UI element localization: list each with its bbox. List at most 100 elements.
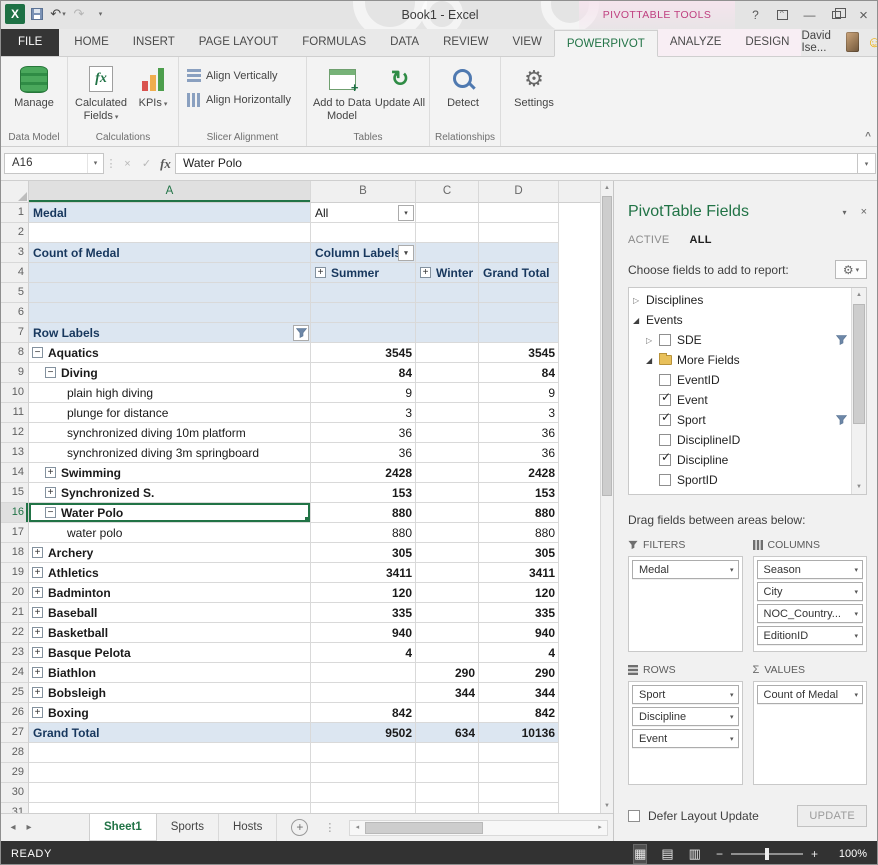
ribbon-tab-file[interactable]: FILE bbox=[1, 28, 59, 56]
zoom-out-button[interactable]: − bbox=[716, 847, 723, 861]
undo-button[interactable]: ↶▾ bbox=[49, 4, 67, 24]
cell-C3[interactable] bbox=[416, 243, 479, 263]
chevron-down-icon[interactable]: ▾ bbox=[854, 691, 858, 699]
cell-B6[interactable] bbox=[311, 303, 416, 323]
cell-D15[interactable]: 153 bbox=[479, 483, 559, 503]
cell-E14[interactable] bbox=[559, 463, 600, 483]
filters-area[interactable]: Medal▾ bbox=[628, 556, 743, 652]
cell-D22[interactable]: 940 bbox=[479, 623, 559, 643]
name-box[interactable]: A16 ▾ bbox=[4, 153, 104, 174]
cell-A31[interactable] bbox=[29, 803, 311, 813]
pivot-expand-toggle[interactable]: + bbox=[32, 687, 43, 698]
field-list-scrollbar-thumb[interactable] bbox=[853, 304, 865, 424]
chevron-down-icon[interactable]: ▾ bbox=[854, 588, 858, 596]
column-header-a[interactable]: A bbox=[29, 181, 311, 203]
cell-E26[interactable] bbox=[559, 703, 600, 723]
cell-C11[interactable] bbox=[416, 403, 479, 423]
cell-E30[interactable] bbox=[559, 783, 600, 803]
zoom-level[interactable]: 100% bbox=[833, 848, 867, 860]
cell-B3[interactable]: Column Labels▾ bbox=[311, 243, 416, 263]
row-header-16[interactable]: 16 bbox=[1, 503, 29, 523]
pivot-expand-toggle[interactable]: + bbox=[32, 707, 43, 718]
area-field-editionid[interactable]: EditionID▾ bbox=[757, 626, 864, 645]
cell-C10[interactable] bbox=[416, 383, 479, 403]
area-field-noc-country[interactable]: NOC_Country...▾ bbox=[757, 604, 864, 623]
row-header-14[interactable]: 14 bbox=[1, 463, 29, 483]
tab-all[interactable]: ALL bbox=[690, 234, 712, 246]
chevron-down-icon[interactable]: ▾ bbox=[854, 632, 858, 640]
pane-close-icon[interactable]: × bbox=[861, 206, 867, 218]
cell-D7[interactable] bbox=[479, 323, 559, 343]
ribbon-tab-insert[interactable]: INSERT bbox=[121, 29, 187, 56]
cell-E23[interactable] bbox=[559, 643, 600, 663]
scroll-down-button[interactable]: ▼ bbox=[852, 480, 866, 494]
cell-A13[interactable]: synchronized diving 3m springboard bbox=[29, 443, 311, 463]
pivot-expand-toggle[interactable]: + bbox=[32, 627, 43, 638]
cell-B21[interactable]: 335 bbox=[311, 603, 416, 623]
sheet-tab-sheet1[interactable]: Sheet1 bbox=[89, 814, 157, 841]
area-field-event[interactable]: Event▾ bbox=[632, 729, 739, 748]
field-item-event[interactable]: ✓Event bbox=[631, 390, 850, 410]
cell-B29[interactable] bbox=[311, 763, 416, 783]
cell-A23[interactable]: +Basque Pelota bbox=[29, 643, 311, 663]
cell-E24[interactable] bbox=[559, 663, 600, 683]
collapse-toggle-icon[interactable]: ◢ bbox=[646, 356, 659, 365]
expand-toggle-icon[interactable]: ▷ bbox=[646, 336, 659, 345]
cell-D12[interactable]: 36 bbox=[479, 423, 559, 443]
sheet-tab-sports[interactable]: Sports bbox=[157, 814, 219, 841]
cell-B4[interactable]: +Summer bbox=[311, 263, 416, 283]
cell-E4[interactable] bbox=[559, 263, 600, 283]
cell-E2[interactable] bbox=[559, 223, 600, 243]
field-item-eventid[interactable]: EventID bbox=[631, 370, 850, 390]
cell-D16[interactable]: 880 bbox=[479, 503, 559, 523]
horizontal-scrollbar[interactable]: ◂ ▸ bbox=[349, 820, 608, 836]
cell-A6[interactable] bbox=[29, 303, 311, 323]
formula-input[interactable]: Water Polo bbox=[175, 153, 857, 174]
cell-D26[interactable]: 842 bbox=[479, 703, 559, 723]
qat-customize-button[interactable]: ▾ bbox=[91, 4, 109, 24]
cell-A9[interactable]: −Diving bbox=[29, 363, 311, 383]
cell-A18[interactable]: +Archery bbox=[29, 543, 311, 563]
pivot-expand-toggle[interactable]: + bbox=[32, 647, 43, 658]
cell-A27[interactable]: Grand Total bbox=[29, 723, 311, 743]
values-area[interactable]: Count of Medal▾ bbox=[753, 681, 868, 785]
column-header-e[interactable] bbox=[559, 181, 600, 203]
ribbon-tab-design[interactable]: DESIGN bbox=[733, 29, 801, 56]
calculated-fields-button[interactable]: fx Calculated Fields▾ bbox=[71, 59, 131, 124]
account-area[interactable]: David Ise... ☺ bbox=[801, 28, 878, 56]
field-list-scrollbar[interactable]: ▲ ▼ bbox=[851, 288, 866, 494]
cell-C28[interactable] bbox=[416, 743, 479, 763]
cell-C1[interactable] bbox=[416, 203, 479, 223]
cell-B1[interactable]: All▾ bbox=[311, 203, 416, 223]
field-item-sport[interactable]: ✓Sport bbox=[631, 410, 850, 430]
cell-C7[interactable] bbox=[416, 323, 479, 343]
scroll-up-button[interactable]: ▲ bbox=[601, 181, 613, 195]
field-item-sportid[interactable]: SportID bbox=[631, 470, 850, 490]
cell-D21[interactable]: 335 bbox=[479, 603, 559, 623]
cell-B10[interactable]: 9 bbox=[311, 383, 416, 403]
cell-D9[interactable]: 84 bbox=[479, 363, 559, 383]
cell-B5[interactable] bbox=[311, 283, 416, 303]
row-header-23[interactable]: 23 bbox=[1, 643, 29, 663]
ribbon-tab-formulas[interactable]: FORMULAS bbox=[290, 29, 378, 56]
cell-A17[interactable]: water polo bbox=[29, 523, 311, 543]
excel-logo-icon[interactable]: X bbox=[5, 4, 25, 24]
cell-D31[interactable] bbox=[479, 803, 559, 813]
pivot-collapse-toggle[interactable]: − bbox=[45, 507, 56, 518]
cell-A30[interactable] bbox=[29, 783, 311, 803]
cell-D20[interactable]: 120 bbox=[479, 583, 559, 603]
cell-D19[interactable]: 3411 bbox=[479, 563, 559, 583]
cell-D3[interactable] bbox=[479, 243, 559, 263]
cell-E9[interactable] bbox=[559, 363, 600, 383]
cell-C9[interactable] bbox=[416, 363, 479, 383]
row-header-3[interactable]: 3 bbox=[1, 243, 29, 263]
cell-C21[interactable] bbox=[416, 603, 479, 623]
zoom-slider[interactable] bbox=[731, 853, 803, 855]
cell-C23[interactable] bbox=[416, 643, 479, 663]
area-field-medal[interactable]: Medal▾ bbox=[632, 560, 739, 579]
cell-B16[interactable]: 880 bbox=[311, 503, 416, 523]
cell-D1[interactable] bbox=[479, 203, 559, 223]
cell-D23[interactable]: 4 bbox=[479, 643, 559, 663]
minimize-button[interactable]: — bbox=[796, 1, 823, 29]
cell-A15[interactable]: +Synchronized S. bbox=[29, 483, 311, 503]
